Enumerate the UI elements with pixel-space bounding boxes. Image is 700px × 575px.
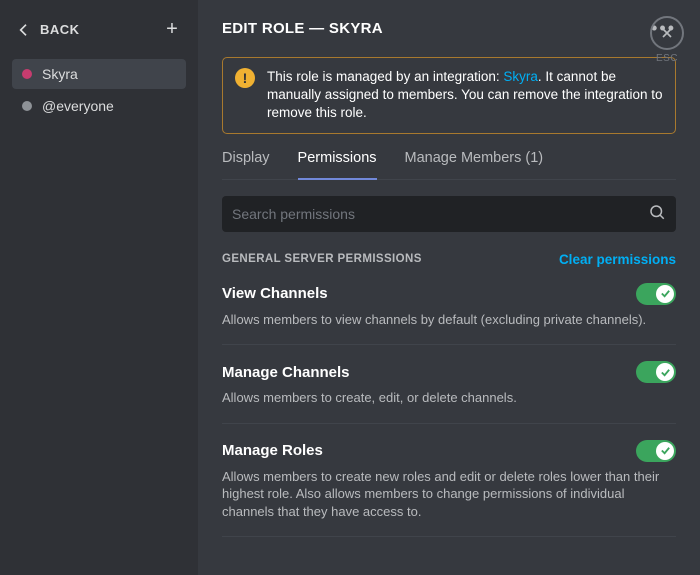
permission-item: View Channels Allows members to view chan… bbox=[222, 283, 676, 346]
check-icon bbox=[656, 285, 674, 303]
tab-manage-members-[interactable]: Manage Members (1) bbox=[405, 150, 544, 179]
esc-label: ESC bbox=[656, 53, 678, 64]
back-label: BACK bbox=[40, 22, 80, 37]
tab-display[interactable]: Display bbox=[222, 150, 270, 179]
sidebar-role-item[interactable]: Skyra bbox=[12, 59, 186, 89]
main-panel: EDIT ROLE — SKYRA ••• ! This role is man… bbox=[198, 0, 700, 575]
close-button[interactable] bbox=[650, 16, 684, 50]
search-permissions-input[interactable] bbox=[222, 196, 676, 232]
permission-item: Manage Roles Allows members to create new… bbox=[222, 440, 676, 538]
back-button[interactable]: BACK bbox=[16, 22, 80, 38]
clear-permissions-link[interactable]: Clear permissions bbox=[559, 252, 676, 267]
search-input[interactable] bbox=[232, 206, 648, 222]
warning-icon: ! bbox=[235, 68, 255, 88]
permission-description: Allows members to create new roles and e… bbox=[222, 468, 676, 521]
role-color-dot bbox=[22, 69, 32, 79]
permission-toggle[interactable] bbox=[636, 361, 676, 383]
role-label: Skyra bbox=[42, 66, 78, 82]
permission-item: Manage Channels Allows members to create,… bbox=[222, 361, 676, 424]
role-color-dot bbox=[22, 101, 32, 111]
tabs: Display Permissions Manage Members (1) bbox=[222, 150, 676, 180]
permission-toggle[interactable] bbox=[636, 440, 676, 462]
integration-link[interactable]: Skyra bbox=[503, 69, 538, 84]
arrow-left-icon bbox=[16, 22, 32, 38]
search-icon bbox=[648, 203, 666, 224]
permission-title: Manage Channels bbox=[222, 364, 350, 381]
tab-permissions[interactable]: Permissions bbox=[298, 150, 377, 180]
check-icon bbox=[656, 363, 674, 381]
page-title: EDIT ROLE — SKYRA bbox=[222, 20, 383, 37]
permission-description: Allows members to create, edit, or delet… bbox=[222, 389, 676, 407]
permission-toggle[interactable] bbox=[636, 283, 676, 305]
roles-sidebar: BACK + Skyra @everyone bbox=[0, 0, 198, 575]
role-label: @everyone bbox=[42, 98, 114, 114]
section-heading: GENERAL SERVER PERMISSIONS bbox=[222, 253, 422, 265]
permission-title: Manage Roles bbox=[222, 442, 323, 459]
notice-text: This role is managed by an integration: … bbox=[267, 68, 663, 123]
integration-notice: ! This role is managed by an integration… bbox=[222, 57, 676, 134]
add-role-button[interactable]: + bbox=[162, 18, 182, 41]
permission-description: Allows members to view channels by defau… bbox=[222, 311, 676, 329]
sidebar-role-item[interactable]: @everyone bbox=[12, 91, 186, 121]
permission-title: View Channels bbox=[222, 285, 328, 302]
check-icon bbox=[656, 442, 674, 460]
